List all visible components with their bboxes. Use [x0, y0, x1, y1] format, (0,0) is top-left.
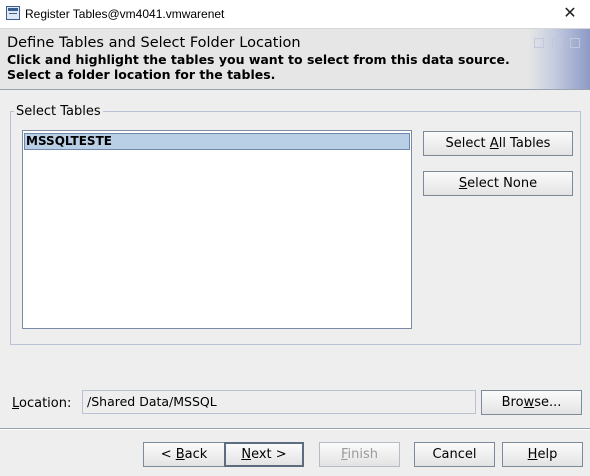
select-tables-label: Select Tables	[14, 104, 103, 119]
close-icon[interactable]: ✕	[550, 0, 590, 28]
select-none-button[interactable]: Select None	[423, 171, 573, 196]
cancel-button[interactable]: Cancel	[414, 442, 495, 467]
header-description-line1: Click and highlight the tables you want …	[7, 52, 510, 67]
browse-button[interactable]: Browse...	[481, 390, 582, 415]
location-label: Location:	[12, 396, 72, 411]
help-button[interactable]: Help	[502, 442, 583, 467]
header-title: Define Tables and Select Folder Location	[7, 35, 301, 51]
wizard-header: Define Tables and Select Folder Location…	[0, 29, 590, 90]
back-button[interactable]: < Back	[143, 442, 225, 467]
list-item[interactable]: MSSQLTESTE	[24, 133, 410, 150]
finish-button[interactable]: Finish	[319, 442, 400, 467]
header-graphic	[528, 29, 590, 89]
footer-separator	[0, 428, 590, 430]
location-field[interactable]: /Shared Data/MSSQL	[82, 390, 476, 414]
select-all-tables-button[interactable]: Select All Tables	[423, 131, 573, 156]
next-button[interactable]: Next >	[224, 442, 304, 467]
tables-list[interactable]: MSSQLTESTE	[22, 130, 412, 329]
header-description: Click and highlight the tables you want …	[7, 52, 510, 82]
header-description-line2: Select a folder location for the tables.	[7, 67, 276, 82]
title-bar: Register Tables@vm4041.vmwarenet ✕	[0, 0, 590, 29]
window-title: Register Tables@vm4041.vmwarenet	[25, 7, 225, 21]
app-icon	[6, 6, 20, 20]
